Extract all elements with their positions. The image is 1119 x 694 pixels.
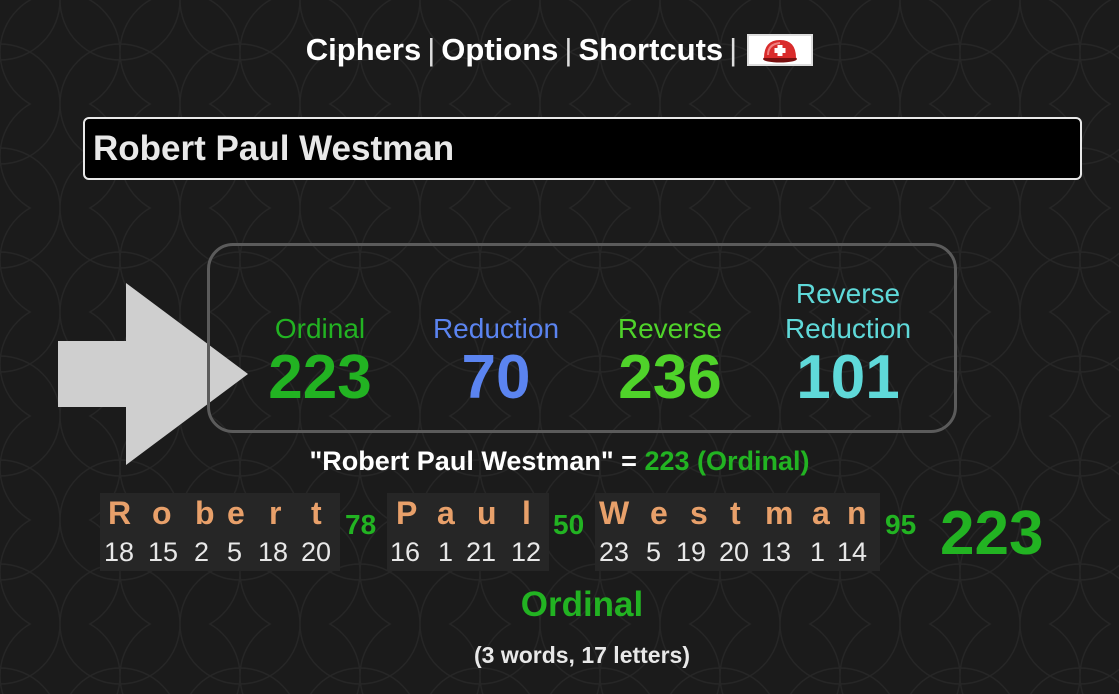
letter: s	[690, 495, 708, 531]
letter-value: 1	[438, 537, 454, 567]
cipher-results-box: Ordinal 223 Reduction 70 Reverse 236 Rev…	[207, 243, 957, 433]
word-sum: 78	[345, 509, 377, 540]
cipher-value: 236	[618, 343, 722, 412]
letter: a	[812, 495, 830, 531]
letter-value: 5	[227, 537, 243, 567]
word-sum: 95	[885, 509, 917, 540]
letter-value: 13	[761, 537, 792, 567]
breakdown-cipher-name[interactable]: Ordinal	[0, 585, 1119, 625]
letter: R	[108, 495, 132, 531]
cipher-name: Reduction	[432, 313, 560, 344]
cipher-name: Ordinal	[274, 313, 366, 344]
letter: a	[437, 495, 455, 531]
letter: u	[477, 495, 497, 531]
shortcuts-menu-link[interactable]: Shortcuts	[578, 32, 723, 68]
options-menu-link[interactable]: Options	[441, 32, 558, 68]
ciphers-menu-link[interactable]: Ciphers	[306, 32, 421, 68]
letter-value: 21	[466, 537, 497, 567]
letter: e	[227, 495, 245, 531]
word-sum: 50	[553, 509, 585, 540]
letter-value: 20	[301, 537, 332, 567]
letter-value: 18	[104, 537, 135, 567]
letter: m	[765, 495, 794, 531]
cipher-name: Reduction	[784, 313, 912, 344]
equation-line: "Robert Paul Westman" = 223 (Ordinal)	[0, 446, 1119, 477]
letter-value: 5	[646, 537, 662, 567]
cipher-value: 101	[796, 343, 900, 412]
letter-value: 16	[390, 537, 421, 567]
letter: o	[152, 495, 172, 531]
cipher-value: 223	[268, 343, 372, 412]
help-button[interactable]	[747, 34, 814, 66]
menu-separator: |	[564, 32, 573, 67]
letter: r	[269, 495, 282, 531]
letter-value: 20	[719, 537, 750, 567]
cipher-reduction[interactable]: Reduction 70	[406, 276, 586, 410]
equation-result: 223 (Ordinal)	[644, 446, 810, 476]
letter-value: 14	[837, 537, 868, 567]
cipher-value: 70	[461, 343, 531, 412]
menu-separator: |	[729, 32, 738, 67]
menu-separator: |	[427, 32, 436, 67]
letter: e	[650, 495, 668, 531]
letter-value: 15	[148, 537, 179, 567]
letter-value: 18	[258, 537, 289, 567]
cipher-ordinal[interactable]: Ordinal 223	[230, 276, 410, 410]
equation-phrase: "Robert Paul Westman" =	[309, 446, 637, 476]
letter: b	[195, 495, 215, 531]
letter-value: 1	[810, 537, 826, 567]
letter-value: 2	[194, 537, 210, 567]
word-letter-count: (3 words, 17 letters)	[473, 642, 691, 668]
word-block: W e s t m a n 23 5 19 20 13 1 14	[595, 493, 880, 571]
letter: l	[522, 495, 531, 531]
phrase-input[interactable]: Robert Paul Westman	[83, 117, 1082, 180]
breakdown-total: 223	[940, 499, 1044, 568]
word-block: R o b e r t 18 15 2 5 18 20	[100, 493, 340, 571]
letter: t	[730, 495, 741, 531]
letter: t	[311, 495, 322, 531]
cipher-name-line1	[406, 276, 586, 311]
letter: W	[599, 495, 630, 531]
cipher-reverse-reduction[interactable]: Reverse Reduction 101	[758, 276, 938, 410]
letter-value: 19	[676, 537, 707, 567]
cipher-name-line1	[580, 276, 760, 311]
cipher-name-line1: Reverse	[795, 278, 901, 309]
letter: n	[847, 495, 867, 531]
cipher-name-line1	[230, 276, 410, 311]
cipher-name: Reverse	[617, 313, 723, 344]
cipher-reverse[interactable]: Reverse 236	[580, 276, 760, 410]
word-block: P a u l 16 1 21 12	[387, 493, 549, 571]
letter: P	[396, 495, 418, 531]
letter-value: 12	[511, 537, 542, 567]
phrase-input-value: Robert Paul Westman	[93, 128, 455, 168]
medkit-icon	[763, 40, 798, 63]
letter-value: 23	[599, 537, 630, 567]
top-menu: Ciphers | Options | Shortcuts |	[0, 28, 1119, 72]
